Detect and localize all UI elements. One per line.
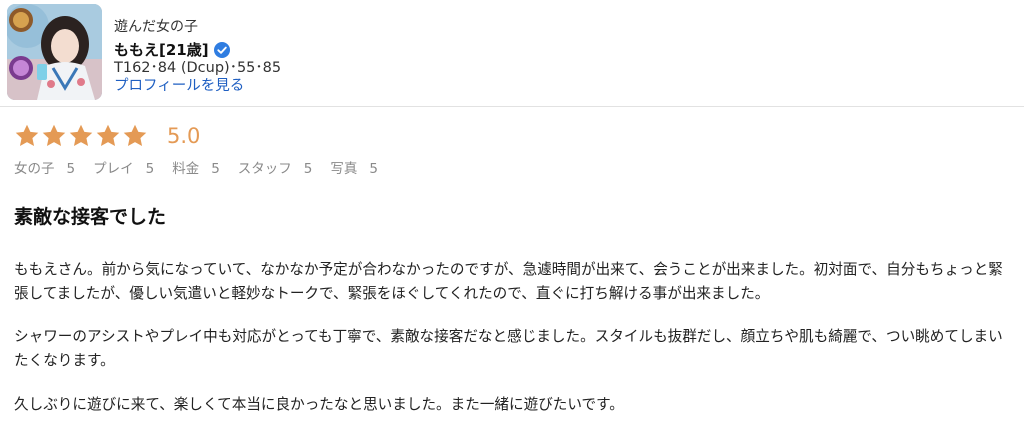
star-rating (14, 123, 148, 149)
rating-item-label: スタッフ (237, 161, 292, 177)
rating-item-price: 料金 5 (172, 159, 220, 179)
rating-item-photo: 写真 5 (330, 159, 378, 179)
header-divider (0, 106, 1024, 107)
rating-item-value: 5 (369, 161, 378, 177)
girl-stats: T162･84 (Dcup)･55･85 (114, 60, 282, 76)
rating-item-value: 5 (66, 161, 76, 177)
rating-breakdown: 女の子 5 プレイ 5 料金 5 スタッフ 5 写真 5 (14, 159, 396, 179)
star-icon (96, 124, 120, 146)
girl-header: 遊んだ女の子 ももえ[21歳] T162･84 (Dcup)･55･85 プロフ… (7, 4, 1017, 103)
star-icon (15, 124, 39, 146)
rating-item-value: 5 (303, 161, 313, 177)
played-girl-label: 遊んだ女の子 (114, 19, 198, 35)
star-icon (69, 124, 93, 146)
view-profile-link[interactable]: プロフィールを見る (114, 77, 244, 96)
star-icon (42, 124, 66, 146)
overall-score: 5.0 (167, 124, 201, 148)
rating-item-girl: 女の子 5 (14, 159, 75, 179)
review-paragraph: シャワーのアシストやプレイ中も対応がとっても丁寧で、素敵な接客だなと感じました。… (14, 328, 1003, 369)
rating-item-staff: スタッフ 5 (238, 159, 313, 179)
verified-check-icon (213, 42, 230, 58)
girl-name-row: ももえ[21歳] (114, 40, 230, 60)
review-paragraph: 久しぶりに遊びに来て、楽しくて本当に良かったなと思いました。また一緒に遊びたいで… (14, 396, 624, 413)
rating-item-label: 写真 (330, 161, 358, 177)
rating-item-label: 女の子 (14, 161, 55, 177)
rating-item-value: 5 (211, 161, 220, 177)
rating-item-label: プレイ (93, 161, 134, 177)
rating-item-value: 5 (145, 161, 155, 177)
girl-photo[interactable] (7, 4, 102, 100)
rating-item-label: 料金 (172, 161, 200, 177)
review-paragraph: ももえさん。前から気になっていて、なかなか予定が合わなかったのですが、急遽時間が… (14, 261, 1003, 302)
review-card: 遊んだ女の子 ももえ[21歳] T162･84 (Dcup)･55･85 プロフ… (0, 0, 1024, 422)
star-icon (123, 124, 147, 146)
review-title: 素敵な接客でした (14, 206, 167, 228)
girl-photo-illustration (7, 4, 102, 100)
girl-name[interactable]: ももえ[21歳] (114, 40, 209, 60)
rating-item-play: プレイ 5 (93, 159, 154, 179)
